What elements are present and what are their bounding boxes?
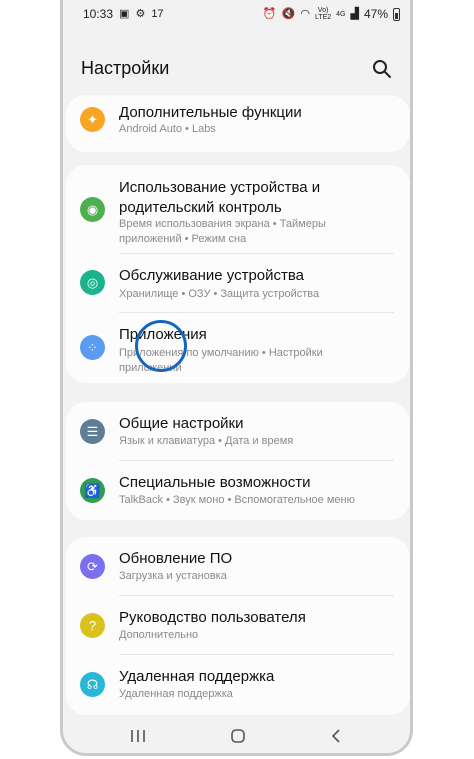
alarm-icon: ⏰ <box>262 8 277 20</box>
puzzle-icon: ✦ <box>80 107 105 132</box>
item-remote-support[interactable]: ☊ Удаленная поддержка Удаленная поддержк… <box>66 655 410 713</box>
wifi-icon: ◠ <box>300 8 310 20</box>
navigation-bar <box>63 719 410 753</box>
item-advanced-features[interactable]: ✦ Дополнительные функции Android Auto • … <box>66 95 410 152</box>
settings-group-2: ◉ Использование устройства и родительски… <box>66 165 410 383</box>
item-apps[interactable]: ⁘ Приложения Приложения по умолчанию • Н… <box>66 313 410 381</box>
apps-icon: ⁘ <box>80 335 105 360</box>
phone-screen: 10:33 ▣ ⚙ 17 ⏰ 🔇 ◠ Vo) LTE2 4G ▟ 47% Наст… <box>60 0 413 756</box>
signal-icon: ▟ <box>350 8 359 20</box>
gallery-icon: ▣ <box>119 8 130 20</box>
settings-group-1: ✦ Дополнительные функции Android Auto • … <box>66 95 410 152</box>
recent-apps-button[interactable] <box>123 724 153 748</box>
accessibility-icon: ♿ <box>80 478 105 503</box>
battery-icon <box>393 7 400 21</box>
item-digital-wellbeing[interactable]: ◉ Использование устройства и родительски… <box>66 165 410 253</box>
mute-icon: 🔇 <box>281 8 296 20</box>
battery-percent: 47% <box>363 7 388 21</box>
search-icon[interactable] <box>371 58 393 80</box>
page-title: Настройки <box>81 58 170 78</box>
status-time: 10:33 <box>83 7 114 21</box>
item-device-care[interactable]: ◎ Обслуживание устройства Хранилище • ОЗ… <box>66 254 410 312</box>
home-icon <box>231 729 245 743</box>
home-button[interactable] <box>223 724 253 748</box>
network-4g-indicator: 4G <box>336 10 346 18</box>
update-icon: ⟳ <box>80 554 105 579</box>
settings-notification-icon: ⚙ <box>135 8 146 20</box>
notification-count: 17 <box>151 8 164 20</box>
wellbeing-icon: ◉ <box>80 197 105 222</box>
back-icon <box>331 729 340 743</box>
sliders-icon: ☰ <box>80 419 105 444</box>
device-care-icon: ◎ <box>80 270 105 295</box>
header: Настройки <box>63 52 410 88</box>
volte-indicator: Vo) LTE2 <box>314 7 332 21</box>
status-bar: 10:33 ▣ ⚙ 17 ⏰ 🔇 ◠ Vo) LTE2 4G ▟ 47% <box>63 0 410 30</box>
recent-apps-icon <box>131 730 145 742</box>
settings-group-4: ⟳ Обновление ПО Загрузка и установка ? Р… <box>66 537 410 715</box>
item-user-manual[interactable]: ? Руководство пользователя Дополнительно <box>66 596 410 654</box>
settings-group-3: ☰ Общие настройки Язык и клавиатура • Да… <box>66 402 410 520</box>
manual-icon: ? <box>80 613 105 638</box>
back-button[interactable] <box>321 724 351 748</box>
item-general-management[interactable]: ☰ Общие настройки Язык и клавиатура • Да… <box>66 402 410 460</box>
headset-icon: ☊ <box>80 672 105 697</box>
item-software-update[interactable]: ⟳ Обновление ПО Загрузка и установка <box>66 537 410 595</box>
highlight-circle <box>135 320 187 372</box>
item-accessibility[interactable]: ♿ Специальные возможности TalkBack • Зву… <box>66 461 410 519</box>
